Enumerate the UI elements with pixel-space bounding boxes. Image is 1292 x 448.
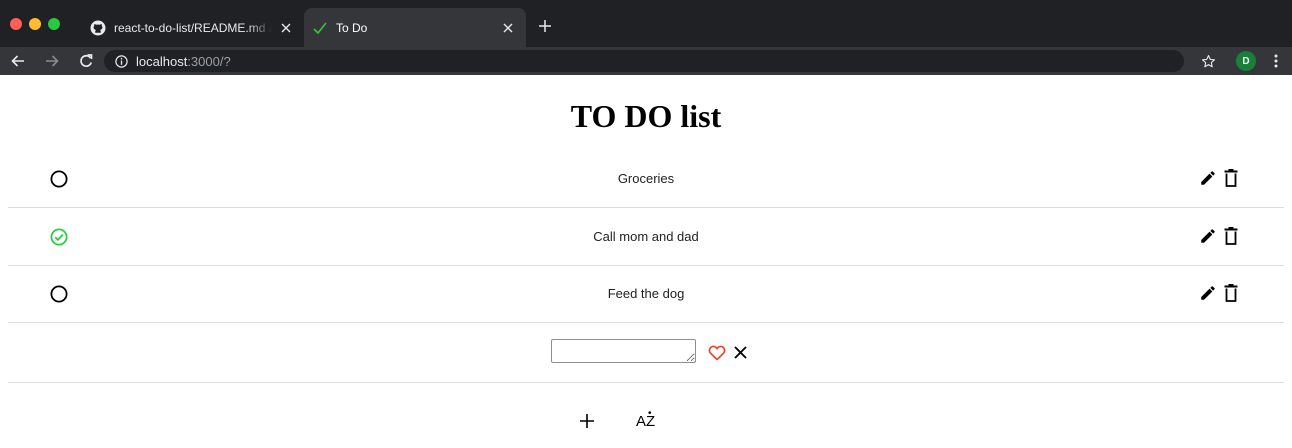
window-close-button[interactable]	[10, 18, 22, 30]
browser-tabstrip: react-to-do-list/README.md at To Do	[0, 0, 1292, 47]
edit-button[interactable]	[1198, 226, 1218, 246]
tab-close-icon[interactable]	[500, 20, 516, 36]
browser-toolbar: localhost:3000/? D	[0, 47, 1292, 75]
delete-button[interactable]	[1222, 226, 1240, 246]
arrow-left-icon	[11, 55, 24, 67]
todo-text: Call mom and dad	[593, 229, 699, 244]
plus-icon	[580, 414, 594, 428]
edit-button[interactable]	[1198, 283, 1218, 303]
sort-az-button[interactable]: A • Z	[634, 409, 660, 435]
sort-label-z: Z	[646, 413, 656, 430]
info-icon[interactable]	[114, 54, 128, 68]
edit-button[interactable]	[1198, 168, 1218, 188]
heart-icon	[708, 345, 726, 360]
url-host: localhost	[136, 53, 188, 69]
star-icon	[1201, 54, 1215, 67]
new-todo-row	[8, 324, 1284, 383]
window-minimize-button[interactable]	[29, 18, 41, 30]
back-button[interactable]	[8, 51, 28, 71]
todo-text: Groceries	[617, 171, 675, 186]
browser-menu-button[interactable]	[1268, 51, 1284, 71]
add-todo-button[interactable]	[576, 410, 598, 432]
browser-tab-todo[interactable]: To Do	[304, 8, 526, 47]
todo-text: Feed the dog	[607, 286, 685, 301]
window-zoom-button[interactable]	[48, 18, 60, 30]
sort-label-a: A	[636, 413, 647, 430]
arrow-right-icon	[46, 55, 59, 67]
url-text: localhost:3000/?	[136, 54, 231, 69]
new-todo-textarea[interactable]	[551, 339, 696, 363]
reload-button[interactable]	[76, 51, 96, 71]
tab-title: To Do	[336, 20, 368, 35]
tab-title: react-to-do-list/README.md at	[114, 20, 272, 35]
save-todo-button[interactable]	[706, 341, 728, 363]
page-title: TO DO list	[570, 98, 722, 134]
pencil-icon	[1201, 171, 1215, 185]
reload-icon	[80, 54, 93, 67]
close-icon	[733, 345, 747, 359]
url-port-path: :3000/?	[187, 53, 231, 69]
forward-button[interactable]	[42, 51, 62, 71]
pencil-icon	[1201, 229, 1215, 243]
browser-tab-readme[interactable]: react-to-do-list/README.md at	[82, 8, 304, 47]
todo-row: Feed the dog	[8, 266, 1284, 323]
kebab-menu-icon	[1274, 54, 1278, 68]
address-bar[interactable]: localhost:3000/?	[104, 50, 1184, 72]
todo-row: Call mom and dad	[8, 209, 1284, 266]
bookmark-star-button[interactable]	[1198, 51, 1218, 71]
trash-icon	[1224, 284, 1238, 302]
github-icon	[90, 20, 106, 36]
profile-avatar[interactable]: D	[1236, 51, 1256, 71]
new-tab-button[interactable]	[534, 15, 556, 37]
delete-button[interactable]	[1222, 168, 1240, 188]
delete-button[interactable]	[1222, 283, 1240, 303]
tab-close-icon[interactable]	[278, 20, 294, 36]
cancel-todo-button[interactable]	[730, 341, 750, 363]
todo-row: Groceries	[8, 151, 1284, 208]
checkmark-icon	[312, 20, 328, 36]
pencil-icon	[1201, 286, 1215, 300]
trash-icon	[1224, 227, 1238, 245]
trash-icon	[1224, 169, 1238, 187]
